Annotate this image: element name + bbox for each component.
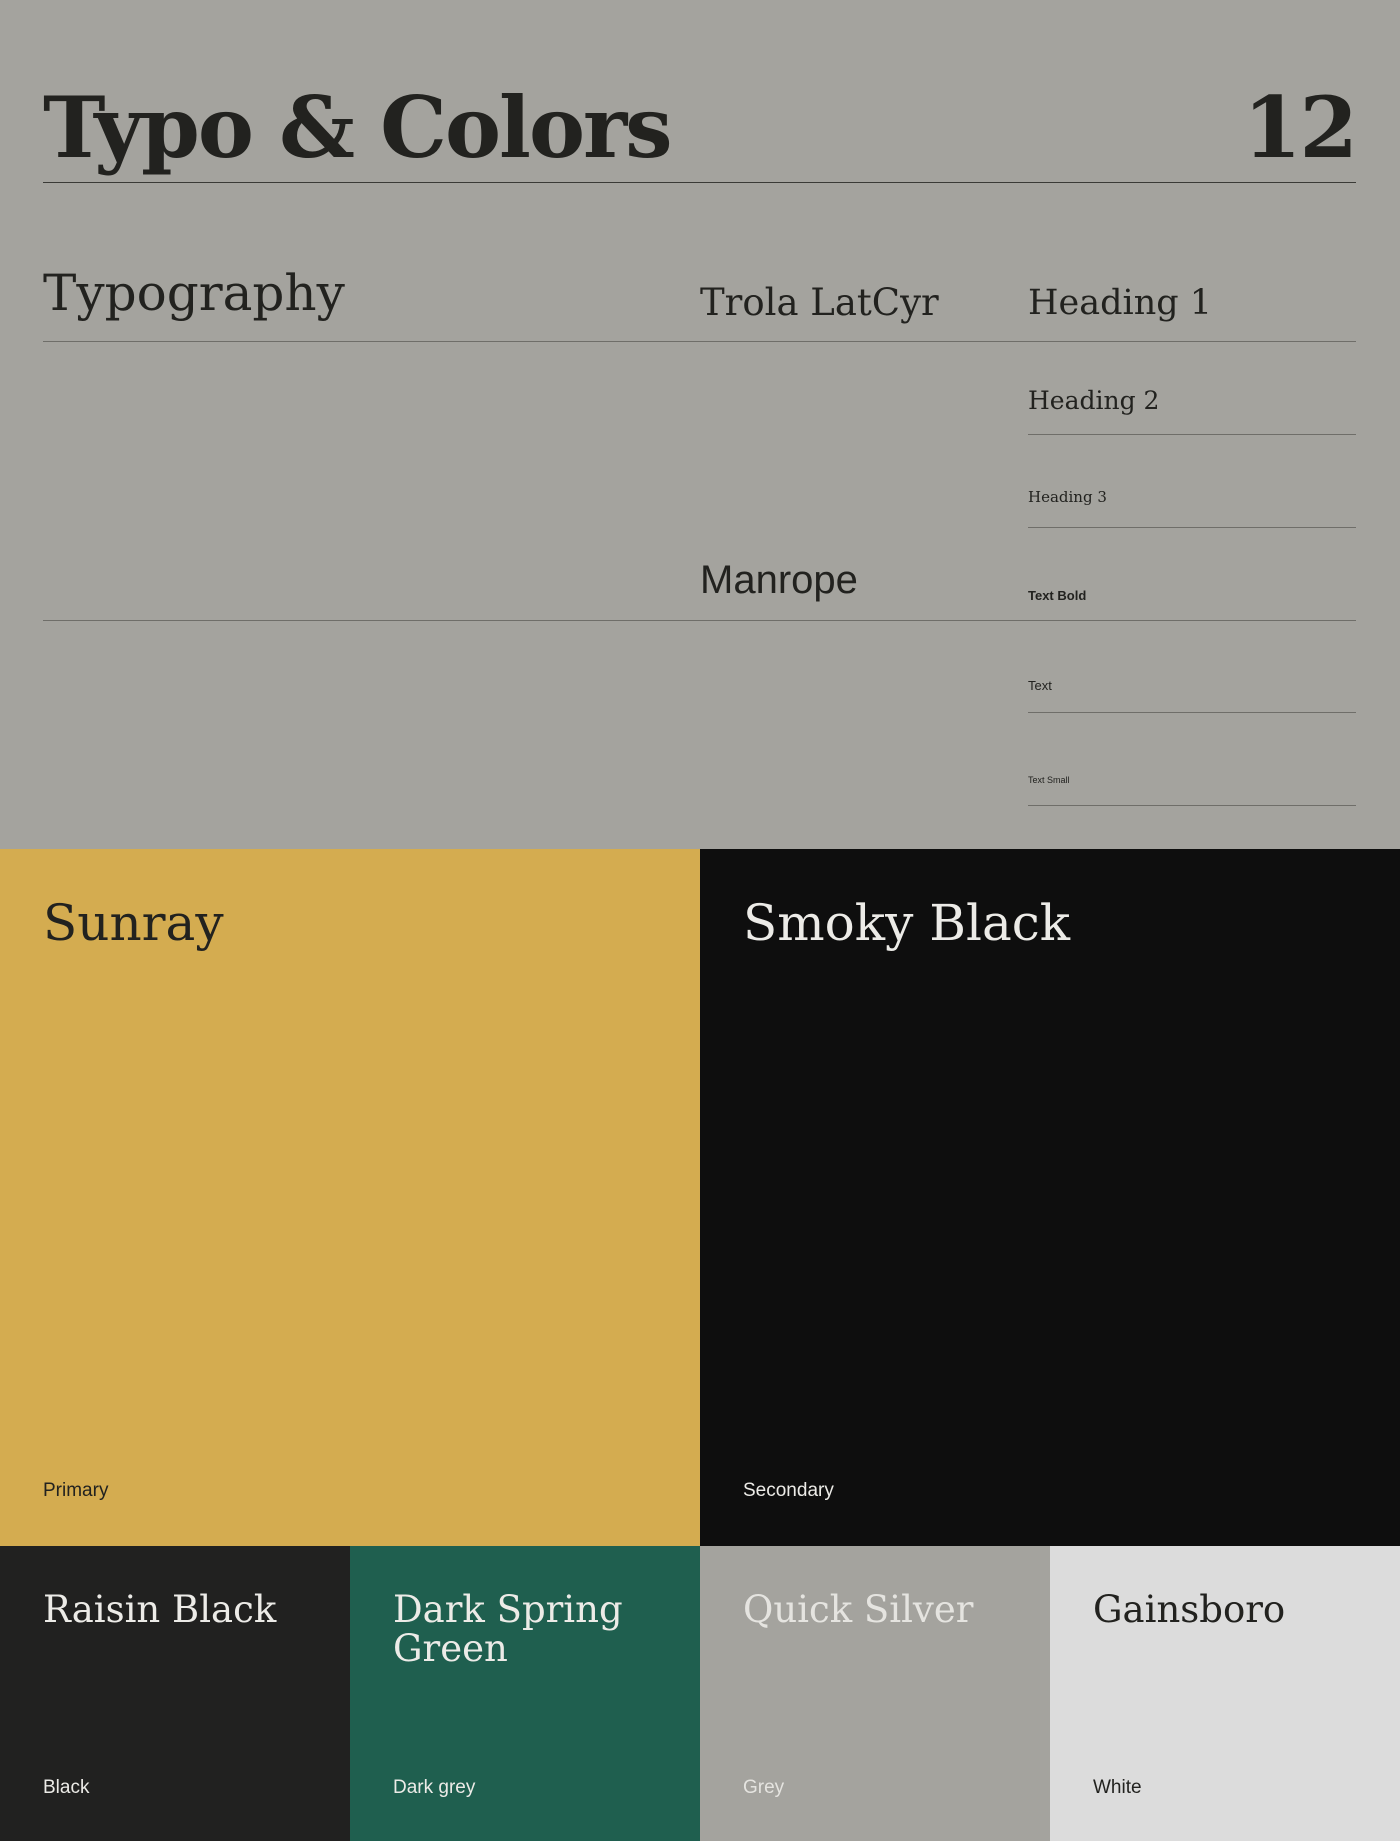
typography-heading: Typography: [43, 264, 345, 322]
color-name: Smoky Black: [743, 894, 1071, 952]
divider-text: [1028, 712, 1356, 713]
color-role: Grey: [743, 1777, 785, 1798]
divider-text-bold: [43, 620, 1356, 621]
style-text: Text: [1028, 678, 1052, 693]
color-name: Raisin Black: [43, 1588, 277, 1631]
style-heading-3: Heading 3: [1028, 488, 1107, 506]
color-role: White: [1093, 1777, 1142, 1798]
style-heading-1: Heading 1: [1028, 283, 1213, 323]
divider-heading-1: [43, 341, 1356, 342]
font-name-serif: Trola LatCyr: [700, 281, 939, 324]
color-role: Black: [43, 1777, 90, 1798]
divider-text-small: [1028, 805, 1356, 806]
color-swatch-sunray: Sunray Primary: [0, 849, 700, 1546]
typography-section: Typo & Colors 12 Typography Trola LatCyr…: [0, 0, 1400, 849]
font-name-sans: Manrope: [700, 558, 858, 602]
color-swatch-smoky-black: Smoky Black Secondary: [700, 849, 1400, 1546]
color-name: Sunray: [43, 894, 224, 952]
color-role: Dark grey: [393, 1777, 476, 1798]
color-name: Gainsboro: [1093, 1588, 1286, 1631]
divider-heading-2: [1028, 434, 1356, 435]
color-swatch-raisin-black: Raisin Black Black: [0, 1546, 350, 1841]
color-swatch-gainsboro: Gainsboro White: [1050, 1546, 1400, 1841]
style-text-bold: Text Bold: [1028, 588, 1087, 603]
title-divider: [43, 182, 1356, 183]
page-number: 12: [1243, 78, 1358, 177]
color-swatch-quick-silver: Quick Silver Grey: [700, 1546, 1050, 1841]
color-role: Secondary: [743, 1480, 834, 1501]
page: Typo & Colors 12 Typography Trola LatCyr…: [0, 0, 1400, 1841]
style-heading-2: Heading 2: [1028, 386, 1160, 415]
divider-heading-3: [1028, 527, 1356, 528]
color-swatch-dark-spring-green: Dark Spring Green Dark grey: [350, 1546, 700, 1841]
color-role: Primary: [43, 1480, 109, 1501]
page-title: Typo & Colors: [43, 78, 673, 177]
style-text-small: Text Small: [1028, 775, 1070, 785]
color-name: Quick Silver: [743, 1588, 974, 1631]
color-name: Dark Spring Green: [393, 1588, 623, 1670]
